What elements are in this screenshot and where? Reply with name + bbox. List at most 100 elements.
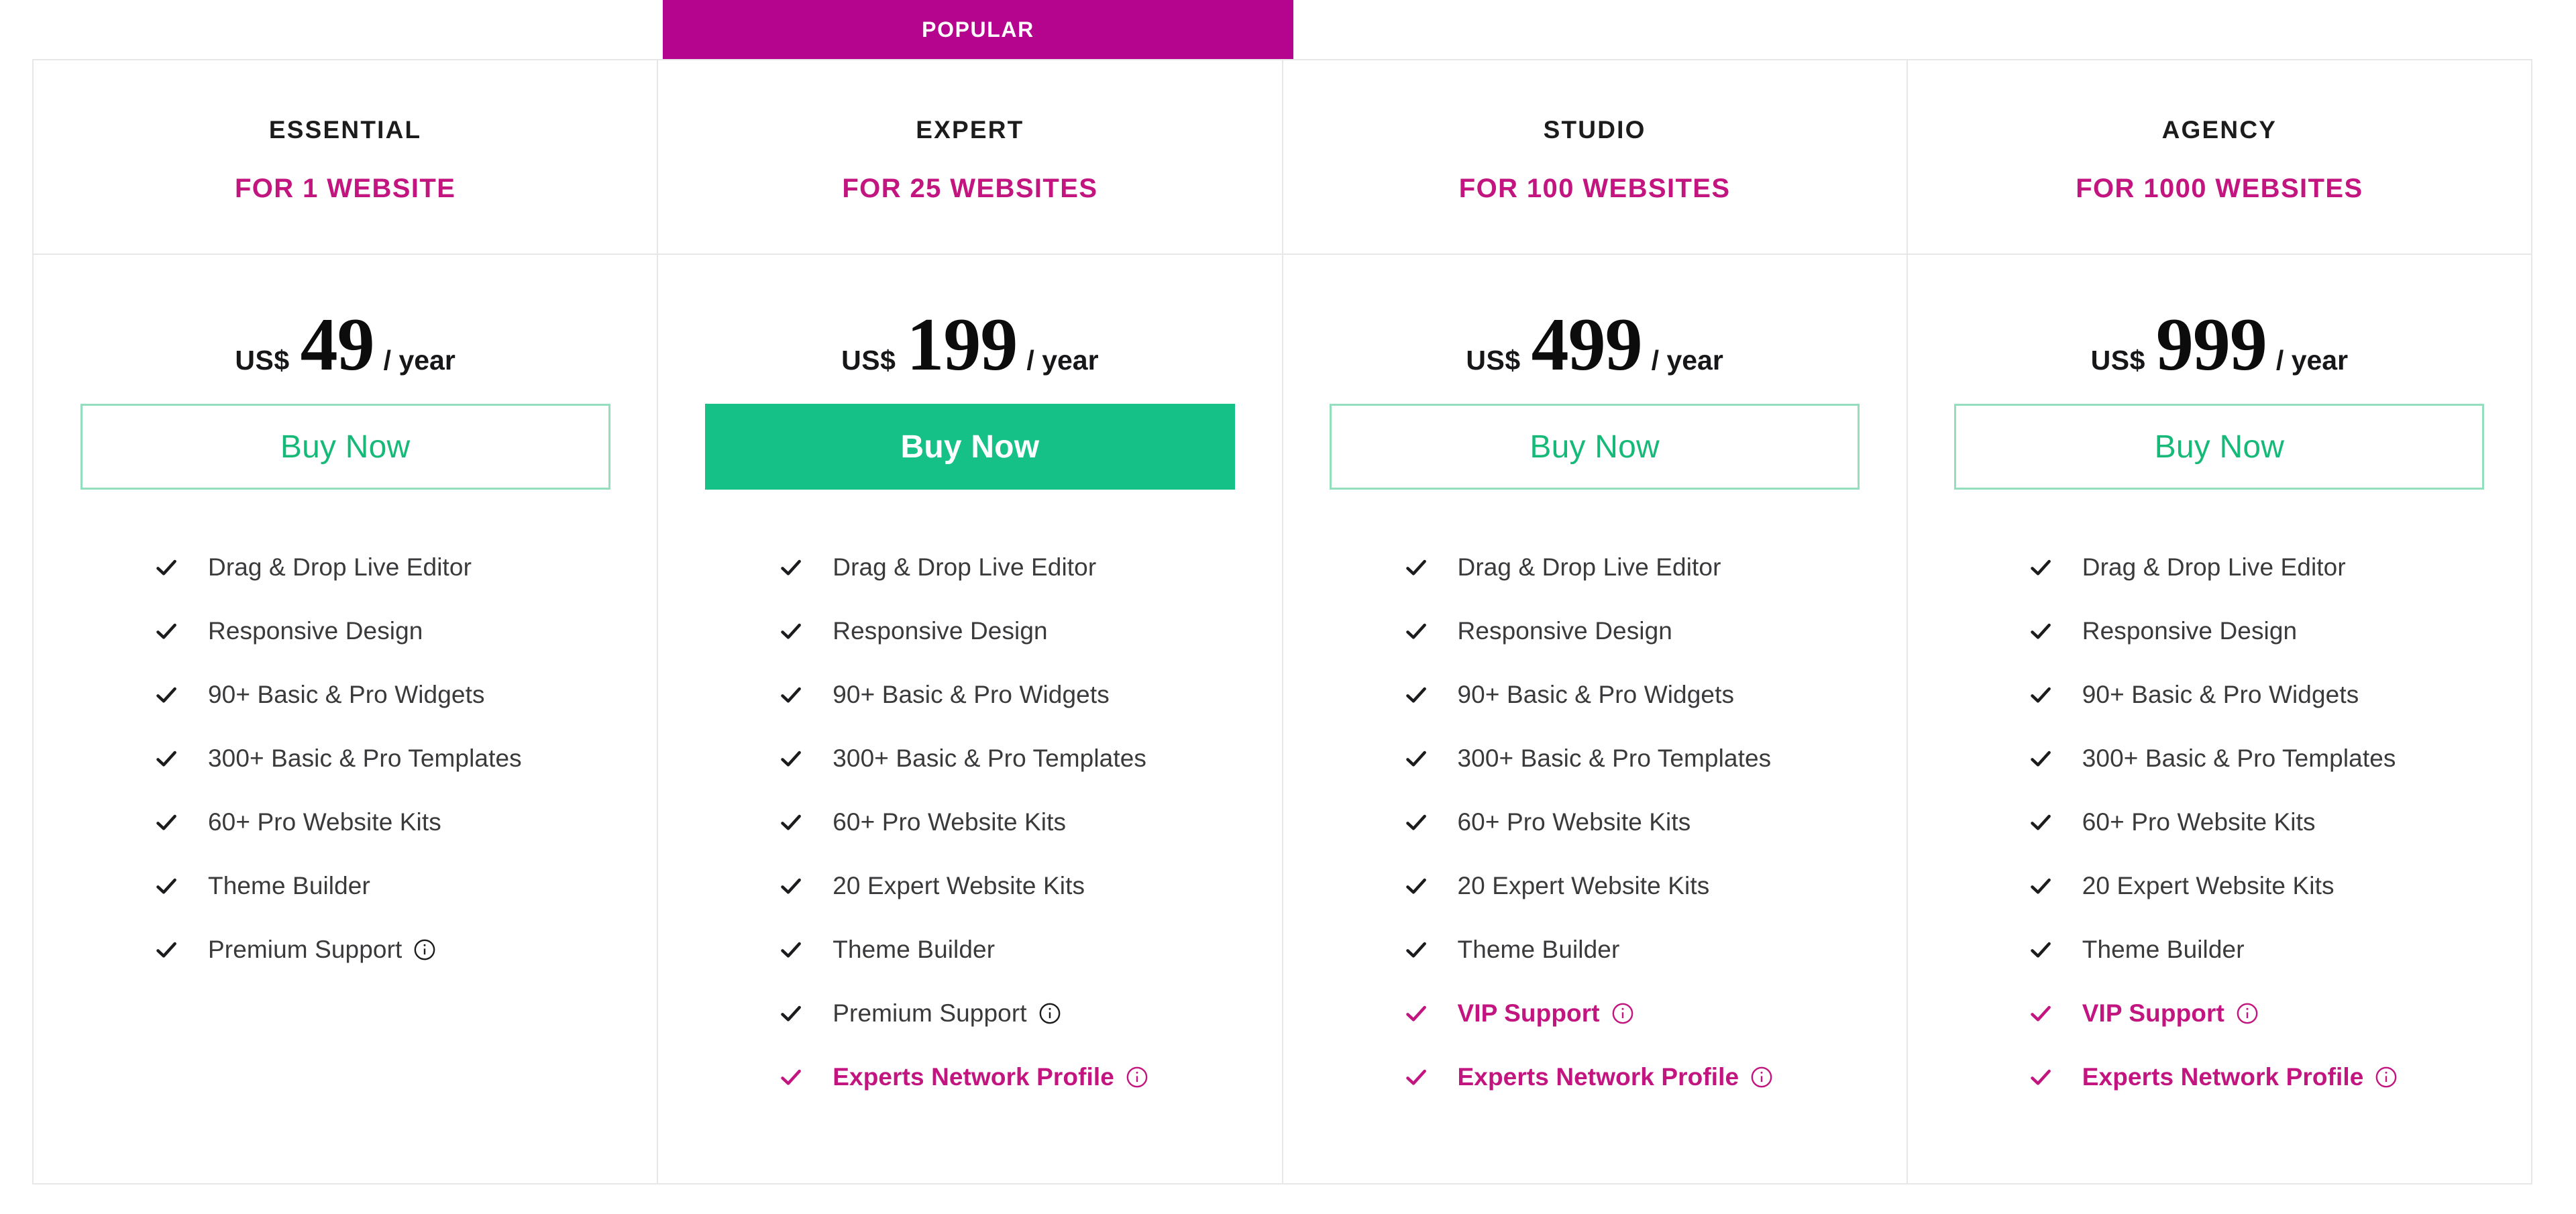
check-icon <box>777 873 814 899</box>
feature-label: 60+ Pro Website Kits <box>1457 808 1691 836</box>
badge-spacer-agency <box>1924 0 2555 59</box>
feature-item: 20 Expert Website Kits <box>2027 854 2531 918</box>
plan-header-studio: STUDIO FOR 100 WEBSITES <box>1283 60 1908 254</box>
feature-item: 300+ Basic & Pro Templates <box>777 726 1281 790</box>
check-icon <box>153 936 189 963</box>
check-icon <box>153 809 189 836</box>
buy-now-button[interactable]: Buy Now <box>80 404 610 490</box>
feature-item: Premium Support <box>777 981 1281 1045</box>
check-icon <box>2027 618 2063 645</box>
feature-item: Drag & Drop Live Editor <box>153 535 657 599</box>
feature-item: 300+ Basic & Pro Templates <box>2027 726 2531 790</box>
feature-item: Experts Network Profile <box>1403 1045 1907 1109</box>
plan-scope: FOR 1000 WEBSITES <box>2076 173 2363 203</box>
feature-label: 300+ Basic & Pro Templates <box>2082 744 2396 772</box>
check-icon <box>1403 1064 1439 1091</box>
check-icon <box>2027 809 2063 836</box>
price-currency: US$ <box>235 345 290 376</box>
plan-body-expert: US$ 199/ year Buy Now Drag & Drop Live Edit… <box>658 255 1283 1183</box>
plan-scope: FOR 1 WEBSITE <box>234 173 456 203</box>
feature-item: Responsive Design <box>2027 599 2531 663</box>
feature-item: 60+ Pro Website Kits <box>2027 790 2531 854</box>
feature-label: Drag & Drop Live Editor <box>833 553 1097 581</box>
check-icon <box>153 554 189 581</box>
feature-list: Drag & Drop Live Editor Responsive Design… <box>34 535 657 981</box>
feature-label: 60+ Pro Website Kits <box>208 808 441 836</box>
price-currency: US$ <box>1466 345 1521 376</box>
info-circle-icon[interactable] <box>1750 1066 1773 1089</box>
feature-label: 90+ Basic & Pro Widgets <box>833 680 1110 708</box>
check-icon <box>2027 873 2063 899</box>
feature-item: Drag & Drop Live Editor <box>1403 535 1907 599</box>
feature-label: 60+ Pro Website Kits <box>2082 808 2316 836</box>
check-icon <box>1403 936 1439 963</box>
feature-label: 20 Expert Website Kits <box>2082 871 2334 899</box>
info-circle-icon[interactable] <box>2375 1066 2398 1089</box>
check-icon <box>1403 681 1439 708</box>
feature-label: Drag & Drop Live Editor <box>1457 553 1721 581</box>
price-period: / year <box>1026 345 1099 376</box>
buy-now-button[interactable]: Buy Now <box>1954 404 2485 490</box>
feature-label: Theme Builder <box>208 871 370 899</box>
feature-item: 90+ Basic & Pro Widgets <box>2027 663 2531 726</box>
plan-name: ESSENTIAL <box>268 115 422 144</box>
info-circle-icon[interactable] <box>1611 1002 1634 1025</box>
feature-label: 300+ Basic & Pro Templates <box>1457 744 1772 772</box>
popular-badge: POPULAR <box>663 0 1293 59</box>
feature-item: Theme Builder <box>2027 918 2531 981</box>
feature-item: Drag & Drop Live Editor <box>2027 535 2531 599</box>
feature-label: Premium Support <box>208 935 402 963</box>
feature-label: Theme Builder <box>833 935 996 963</box>
feature-label: 60+ Pro Website Kits <box>833 808 1067 836</box>
popular-badge-row: POPULAR <box>0 0 2576 59</box>
buy-now-button[interactable]: Buy Now <box>704 404 1235 490</box>
plan-body-essential: US$ 49/ year Buy Now Drag & Drop Live Edito… <box>34 255 659 1183</box>
feature-item: 90+ Basic & Pro Widgets <box>777 663 1281 726</box>
price-period: / year <box>2275 345 2349 376</box>
check-icon <box>777 618 814 645</box>
check-icon <box>153 873 189 899</box>
plan-body-agency: US$ 999/ year Buy Now Drag & Drop Live Edit… <box>1908 255 2531 1183</box>
feature-label: 300+ Basic & Pro Templates <box>833 744 1147 772</box>
feature-label: Responsive Design <box>2082 616 2298 645</box>
pricing-table: POPULAR ESSENTIAL FOR 1 WEBSITE EXPERT FOR … <box>0 0 2576 1214</box>
feature-item: Premium Support <box>153 918 657 981</box>
info-circle-icon[interactable] <box>413 938 436 961</box>
feature-label: Theme Builder <box>2082 935 2245 963</box>
plan-body-row: US$ 49/ year Buy Now Drag & Drop Live Edito… <box>34 255 2531 1183</box>
feature-list: Drag & Drop Live Editor Responsive Design… <box>1283 535 1907 1109</box>
price-amount: 49 <box>300 303 375 386</box>
feature-item: Theme Builder <box>1403 918 1907 981</box>
plan-name: AGENCY <box>2161 115 2277 144</box>
check-icon <box>777 745 814 772</box>
price-amount: 499 <box>1531 303 1643 386</box>
feature-list: Drag & Drop Live Editor Responsive Design… <box>1908 535 2531 1109</box>
check-icon <box>1403 873 1439 899</box>
badge-spacer-studio <box>1293 0 1924 59</box>
feature-item: Experts Network Profile <box>2027 1045 2531 1109</box>
price-line: US$ 199/ year <box>841 307 1098 382</box>
check-icon <box>1403 554 1439 581</box>
feature-label: Experts Network Profile <box>2082 1062 2364 1091</box>
check-icon <box>2027 1000 2063 1027</box>
price-line: US$ 49/ year <box>235 307 455 382</box>
check-icon <box>777 1064 814 1091</box>
feature-item: 20 Expert Website Kits <box>1403 854 1907 918</box>
check-icon <box>153 745 189 772</box>
plan-scope: FOR 25 WEBSITES <box>842 173 1098 203</box>
buy-now-button[interactable]: Buy Now <box>1330 404 1860 490</box>
feature-item: 90+ Basic & Pro Widgets <box>1403 663 1907 726</box>
feature-item: VIP Support <box>1403 981 1907 1045</box>
price-period: / year <box>383 345 455 376</box>
feature-label: Experts Network Profile <box>833 1062 1114 1091</box>
info-circle-icon[interactable] <box>2236 1002 2259 1025</box>
info-circle-icon[interactable] <box>1126 1066 1148 1089</box>
check-icon <box>1403 618 1439 645</box>
pricing-table-frame: ESSENTIAL FOR 1 WEBSITE EXPERT FOR 25 WEBSI… <box>32 59 2532 1184</box>
info-circle-icon[interactable] <box>1038 1002 1061 1025</box>
check-icon <box>777 554 814 581</box>
badge-spacer-essential <box>32 0 663 59</box>
check-icon <box>777 681 814 708</box>
feature-item: 60+ Pro Website Kits <box>1403 790 1907 854</box>
feature-item: 300+ Basic & Pro Templates <box>153 726 657 790</box>
